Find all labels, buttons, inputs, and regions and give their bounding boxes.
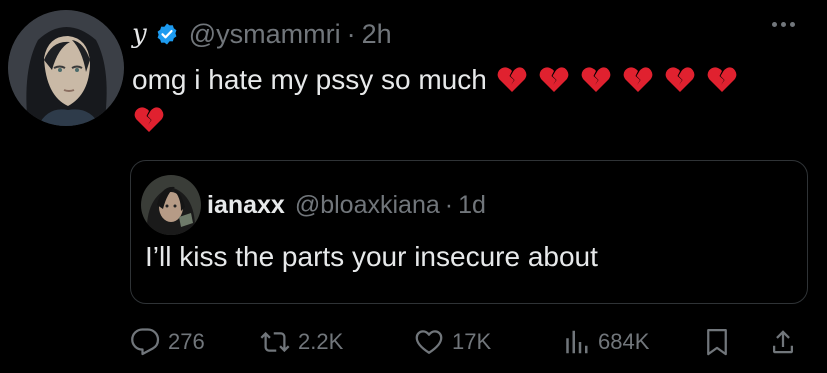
bookmark-button[interactable] xyxy=(702,322,732,362)
repost-count: 2.2K xyxy=(298,329,344,354)
handle[interactable]: @ysmammri xyxy=(189,19,341,50)
bookmark-icon xyxy=(707,329,727,356)
like-count: 17K xyxy=(452,329,492,354)
share-icon xyxy=(773,330,793,354)
display-name[interactable]: y xyxy=(132,19,147,49)
avatar[interactable] xyxy=(8,10,124,126)
quoted-avatar[interactable] xyxy=(141,175,201,235)
broken-heart-icon xyxy=(134,107,164,132)
like-button[interactable]: 17K xyxy=(414,322,491,362)
separator-dot: · xyxy=(346,18,356,49)
tweet[interactable]: y @ysmammri · 2h omg i hate my pssy so m… xyxy=(0,0,827,373)
quoted-tweet[interactable]: ianaxx @bloaxkiana · 1d I’ll kiss the pa… xyxy=(130,160,808,304)
tweet-header: y @ysmammri · 2h xyxy=(132,14,392,54)
broken-heart-icon xyxy=(623,67,652,92)
action-bar: 276 2.2K 17K 684K xyxy=(130,322,810,362)
reply-button[interactable]: 276 xyxy=(130,322,205,362)
more-icon[interactable] xyxy=(772,22,795,27)
quoted-handle[interactable]: @bloaxkiana xyxy=(295,191,440,220)
share-button[interactable] xyxy=(768,322,798,362)
views-icon xyxy=(566,330,588,354)
quoted-text: I’ll kiss the parts your insecure about xyxy=(145,241,598,272)
views-count: 684K xyxy=(598,329,650,354)
separator-dot: · xyxy=(444,191,454,219)
quoted-header: ianaxx @bloaxkiana · 1d xyxy=(207,191,486,220)
broken-heart-icon xyxy=(497,67,526,92)
broken-heart-icon xyxy=(665,67,694,92)
quoted-timestamp[interactable]: 1d xyxy=(458,191,486,220)
verified-badge-icon xyxy=(157,23,177,45)
views-button[interactable]: 684K xyxy=(560,322,649,362)
broken-heart-icon xyxy=(539,67,568,92)
tweet-text: omg i hate my pssy so much xyxy=(132,60,812,140)
repost-icon xyxy=(260,331,290,353)
broken-heart-icon xyxy=(581,67,610,92)
reply-count: 276 xyxy=(168,329,205,354)
like-icon xyxy=(415,330,443,354)
timestamp[interactable]: 2h xyxy=(362,19,392,50)
repost-button[interactable]: 2.2K xyxy=(260,322,343,362)
tweet-text-content: omg i hate my pssy so much xyxy=(132,64,487,95)
broken-heart-icon xyxy=(707,67,736,92)
quoted-display-name[interactable]: ianaxx xyxy=(207,191,285,220)
reply-icon xyxy=(131,328,160,356)
